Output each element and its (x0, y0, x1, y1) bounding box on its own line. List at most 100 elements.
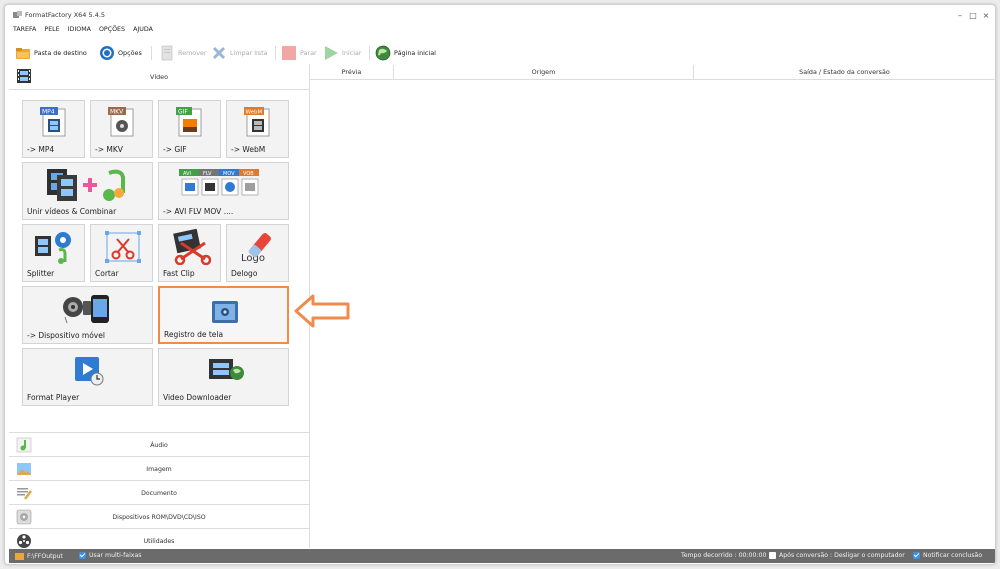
tile-mp4-label: -> MP4 (27, 145, 55, 154)
tile-screen-label: Registro de tela (164, 330, 224, 339)
fast-clip-icon (173, 229, 211, 265)
audio-label: Áudio (150, 442, 168, 449)
destination-folder-button[interactable]: Pasta de destino (15, 43, 87, 63)
menu-idioma[interactable]: IDIOMA (68, 26, 91, 33)
elapsed-time-label: Tempo decorrido : 00:00:00 (681, 552, 767, 559)
tile-gif[interactable]: GIF -> GIF (158, 100, 221, 158)
multi-thread-toggle[interactable]: Usar multi-faixas (79, 552, 141, 559)
tile-mkv[interactable]: MKV -> MKV (90, 100, 153, 158)
destination-label: Pasta de destino (34, 49, 87, 57)
tile-mkv-label: -> MKV (95, 145, 123, 154)
multi-format-icon: AVI FLV MOV VOB (179, 169, 259, 196)
column-source[interactable]: Origem (394, 65, 694, 79)
svg-text:FLV: FLV (203, 171, 212, 177)
tile-avi-flv-mov[interactable]: AVI FLV MOV VOB -> AVI FLV MOV .... (158, 162, 289, 220)
task-table-header: Prévia Origem Saída / Estado da conversã… (310, 65, 995, 80)
clear-list-button[interactable]: Limpar lista (211, 43, 268, 63)
maximize-button[interactable]: □ (968, 11, 978, 21)
audio-category[interactable]: Áudio (9, 432, 309, 457)
merge-video-audio-icon (47, 169, 125, 201)
mkv-file-icon: MKV (108, 107, 134, 137)
screen-recorder-icon (212, 301, 238, 323)
image-label: Imagem (146, 466, 172, 473)
eraser-logo-icon: Logo (241, 233, 271, 264)
app-logo-icon (13, 11, 22, 18)
status-bar: F:\FFOutput Usar multi-faixas Tempo deco… (9, 549, 995, 563)
tile-fast-clip[interactable]: Fast Clip (158, 224, 221, 282)
tile-delogo-label: Delogo (231, 269, 258, 278)
toolbar: Pasta de destino Opções Remover Limpar l… (13, 43, 993, 63)
stop-label: Parar (300, 49, 317, 57)
player-icon (75, 357, 104, 386)
clear-x-icon (212, 46, 226, 60)
tile-merge[interactable]: Unir vídeos & Combinar (22, 162, 153, 220)
toolbar-divider (275, 46, 276, 60)
video-category-header[interactable]: Vídeo (9, 64, 309, 90)
column-output-status[interactable]: Saída / Estado da conversão (694, 65, 995, 79)
tile-avi-label: -> AVI FLV MOV .... (163, 207, 234, 216)
rom-dvd-category[interactable]: Dispositivos ROM\DVD\CD\ISO (9, 504, 309, 529)
svg-text:GIF: GIF (178, 109, 188, 116)
svg-text:WebM: WebM (246, 110, 263, 116)
notify-toggle[interactable]: Notificar conclusão (913, 552, 982, 559)
start-label: Iniciar (342, 49, 362, 57)
globe-icon (375, 45, 391, 61)
notify-label: Notificar conclusão (923, 552, 983, 559)
splitter-icon (35, 232, 71, 264)
downloader-icon (209, 359, 244, 380)
tile-webm-label: -> WebM (231, 145, 266, 154)
tile-fast-clip-label: Fast Clip (163, 269, 195, 278)
tile-screen-recorder[interactable]: Registro de tela (158, 286, 289, 344)
tile-mobile-device[interactable]: -> Dispositivo móvel (22, 286, 153, 344)
tile-downloader-label: Video Downloader (163, 393, 232, 402)
play-icon (325, 46, 338, 60)
tile-delogo[interactable]: Logo Delogo (226, 224, 289, 282)
menu-opcoes[interactable]: OPÇÕES (99, 26, 125, 33)
output-path[interactable]: F:\FFOutput (15, 552, 63, 560)
options-button[interactable]: Opções (99, 43, 142, 63)
webm-file-icon: WebM (244, 107, 270, 137)
multi-thread-checkbox[interactable] (79, 552, 86, 559)
menu-pele[interactable]: PELE (44, 26, 59, 33)
after-conversion-checkbox[interactable] (769, 552, 776, 559)
after-conversion-toggle[interactable]: Após conversão : Desligar o computador (769, 552, 905, 559)
scissors-crop-icon (105, 231, 141, 263)
toolbar-divider (369, 46, 370, 60)
minimize-button[interactable]: – (955, 11, 965, 21)
menu-ajuda[interactable]: AJUDA (133, 26, 153, 33)
remove-button[interactable]: Remover (159, 43, 207, 63)
home-page-button[interactable]: Página inicial (375, 43, 436, 63)
tile-mp4[interactable]: MP4 -> MP4 (22, 100, 85, 158)
svg-text:MP4: MP4 (42, 109, 55, 116)
tile-mobile-label: -> Dispositivo móvel (27, 331, 105, 340)
remove-label: Remover (178, 49, 207, 57)
notify-checkbox[interactable] (913, 552, 920, 559)
document-icon (161, 45, 173, 61)
options-label: Opções (118, 49, 142, 57)
stop-button[interactable]: Parar (281, 43, 317, 63)
home-label: Página inicial (394, 49, 436, 57)
tile-splitter[interactable]: Splitter (22, 224, 85, 282)
tile-cut[interactable]: Cortar (90, 224, 153, 282)
tile-player-label: Format Player (27, 393, 80, 402)
highlight-arrow-icon (294, 294, 350, 328)
utilities-label: Utilidades (143, 538, 175, 545)
tile-format-player[interactable]: Format Player (22, 348, 153, 406)
close-button[interactable]: × (981, 11, 991, 21)
folder-icon (15, 553, 24, 560)
mp4-file-icon: MP4 (40, 107, 66, 137)
output-path-label: F:\FFOutput (27, 552, 63, 560)
svg-text:AVI: AVI (183, 171, 191, 177)
app-window: FormatFactory X64 5.4.5 – □ × TAREFA PEL… (4, 4, 996, 565)
tile-webm[interactable]: WebM -> WebM (226, 100, 289, 158)
svg-text:VOB: VOB (243, 171, 254, 177)
category-panel: Vídeo MP4 -> MP4 MKV -> MKV GIF -> GIF W… (9, 64, 310, 553)
start-button[interactable]: Iniciar (323, 43, 362, 63)
tile-video-downloader[interactable]: Video Downloader (158, 348, 289, 406)
menu-tarefa[interactable]: TAREFA (13, 26, 36, 33)
tile-gif-label: -> GIF (163, 145, 187, 154)
document-category[interactable]: Documento (9, 480, 309, 505)
folder-icon (16, 48, 30, 59)
column-preview[interactable]: Prévia (310, 65, 394, 79)
image-category[interactable]: Imagem (9, 456, 309, 481)
